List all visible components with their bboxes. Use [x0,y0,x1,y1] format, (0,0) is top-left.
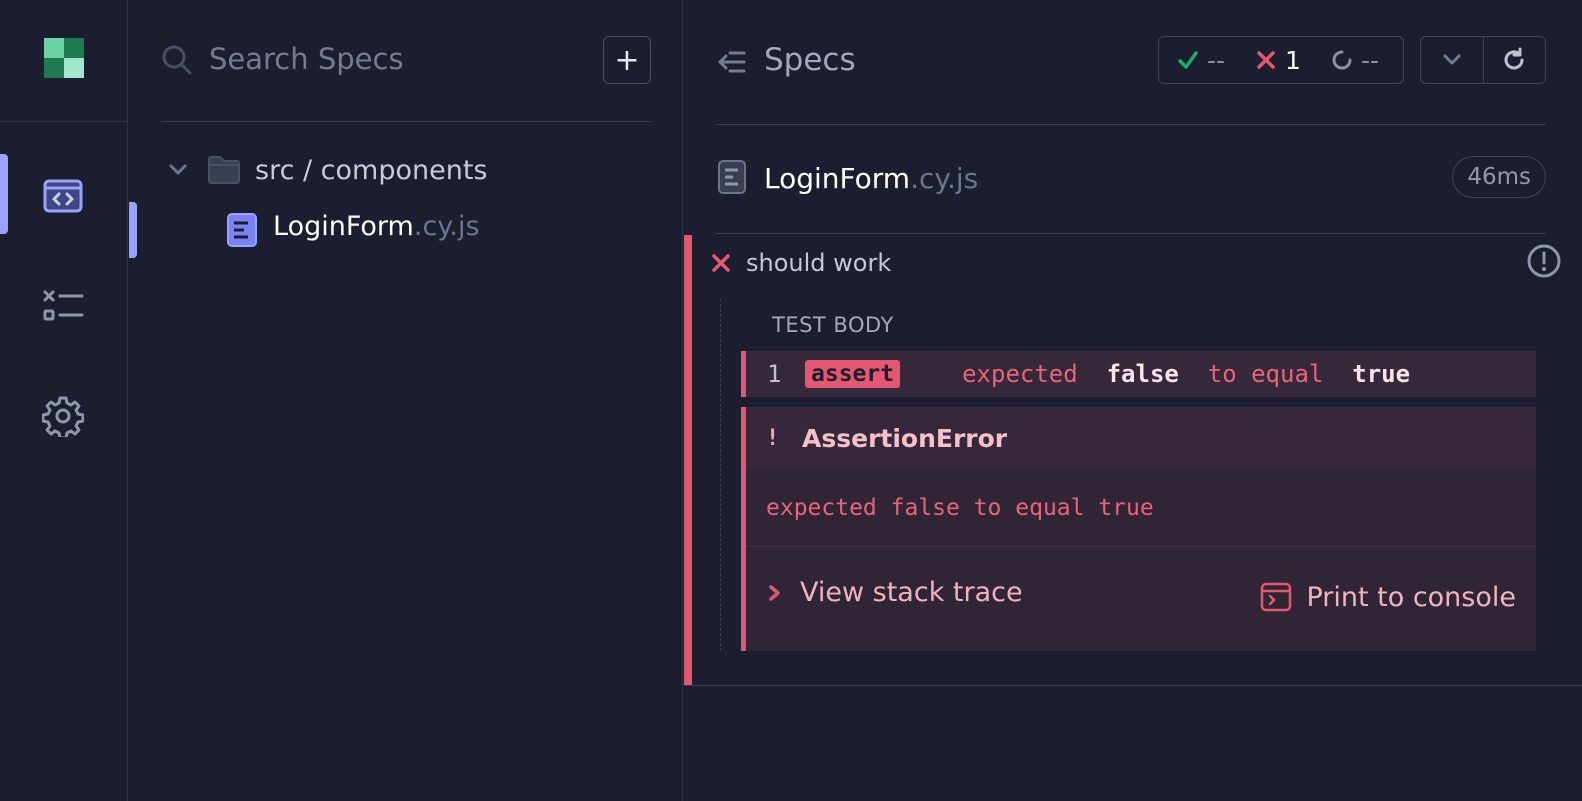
fail-indicator [684,235,692,685]
side-nav [0,0,128,801]
spec-header: LoginForm.cy.js 46ms [716,126,1546,234]
failed-x-icon [712,254,730,272]
error-name: AssertionError [802,423,1008,453]
search-icon [162,45,192,75]
view-stack-trace-label: View stack trace [800,577,1023,608]
reporter-header: Specs -- 1 -- [716,0,1546,125]
test-stats: -- 1 -- [1158,36,1404,84]
collapse-specs-icon[interactable] [716,46,748,78]
test-item: should work TEST BODY 1 assert expected … [684,235,1582,686]
spec-title-name: LoginForm [764,162,911,195]
failed-stat: 1 [1255,46,1301,75]
search-row: + [161,0,651,122]
command-message-value: true [1352,360,1411,388]
passed-count: -- [1207,45,1226,75]
cypress-logo-icon[interactable] [44,38,84,78]
command-message-part: expected [962,360,1078,388]
search-input[interactable] [209,36,589,82]
test-title-row[interactable]: should work [710,245,891,281]
pending-icon [1332,50,1352,70]
add-spec-button[interactable]: + [603,36,651,84]
check-icon [1178,51,1198,69]
refresh-icon [1504,47,1524,70]
command-message: expected false to equal true [962,360,1410,388]
code-window-icon [43,179,83,213]
nav-item-specs[interactable] [0,160,128,230]
indent-guide [720,299,721,651]
passed-stat: -- [1177,46,1225,75]
specs-list-panel: + src / components LoginForm.cy.js [129,0,683,801]
logo-area [0,0,127,122]
rerun-button[interactable] [1482,37,1545,83]
spec-file-row[interactable]: LoginForm.cy.js [129,202,683,258]
error-bang-icon: ! [766,425,780,451]
gear-icon [42,396,84,437]
pending-stat: -- [1331,46,1379,75]
spec-file-label: LoginForm.cy.js [273,211,480,242]
list-check-icon [43,290,84,321]
failed-count: 1 [1285,45,1301,75]
folder-row[interactable]: src / components [161,148,488,192]
test-title: should work [746,249,892,277]
x-icon [1257,51,1275,69]
spec-file-ext: .cy.js [413,211,480,242]
alert-circle-icon[interactable] [1526,243,1562,279]
command-number: 1 [767,360,782,388]
command-message-part: to equal [1207,360,1324,388]
print-to-console-label: Print to console [1306,581,1516,613]
test-body-label: TEST BODY [772,313,894,337]
selected-indicator [129,202,137,258]
duration-badge: 46ms [1452,156,1546,198]
spec-title: LoginForm.cy.js [764,162,978,195]
error-box: ! AssertionError expected false to equal… [741,407,1536,651]
expand-collapse-button[interactable] [1421,37,1483,83]
reporter-controls [1420,36,1546,84]
document-icon [718,160,746,194]
view-stack-trace-button[interactable]: View stack trace [766,577,1023,608]
error-message: expected false to equal true [746,469,1536,547]
error-header: ! AssertionError [746,407,1536,469]
command-row[interactable]: 1 assert expected false to equal true [741,351,1536,397]
command-message-value: false [1106,360,1179,388]
document-icon [227,213,257,247]
reporter-title: Specs [764,42,856,78]
nav-item-runs[interactable] [0,270,128,340]
error-footer: View stack trace Print to console [746,547,1536,651]
spec-title-ext: .cy.js [910,162,979,195]
chevron-down-icon [169,164,187,175]
command-name-badge: assert [805,360,901,388]
reporter-panel: Specs -- 1 -- LoginForm.cy.js 46ms shoul… [684,0,1582,801]
print-to-console-button[interactable]: Print to console [1260,581,1516,613]
folder-label: src / components [255,154,488,186]
folder-icon [208,156,240,184]
nav-item-settings[interactable] [0,380,128,450]
chevron-right-icon [769,584,780,601]
chevron-down-icon [1443,54,1461,65]
pending-count: -- [1360,45,1379,75]
terminal-icon [1261,582,1292,612]
spec-file-name: LoginForm [273,211,414,242]
